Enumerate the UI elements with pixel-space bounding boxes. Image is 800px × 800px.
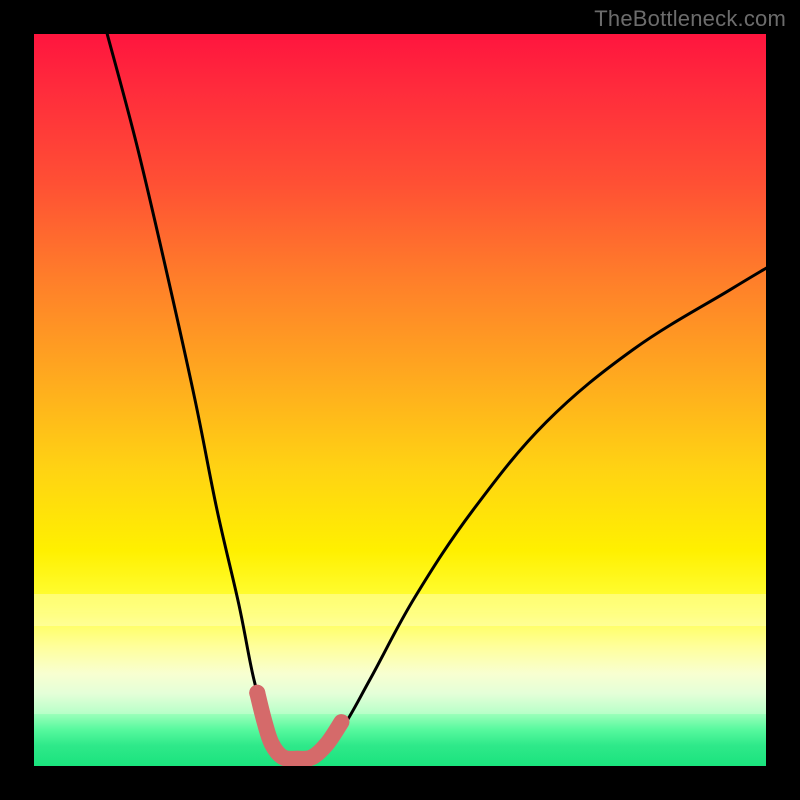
optimal-marker-line: [257, 693, 341, 759]
chart-plot-area: [34, 34, 766, 766]
curve-layer: [34, 34, 766, 766]
chart-frame: TheBottleneck.com: [0, 0, 800, 800]
bottleneck-curve: [107, 34, 766, 760]
optimal-marker-dot: [249, 685, 265, 701]
watermark-label: TheBottleneck.com: [594, 6, 786, 32]
